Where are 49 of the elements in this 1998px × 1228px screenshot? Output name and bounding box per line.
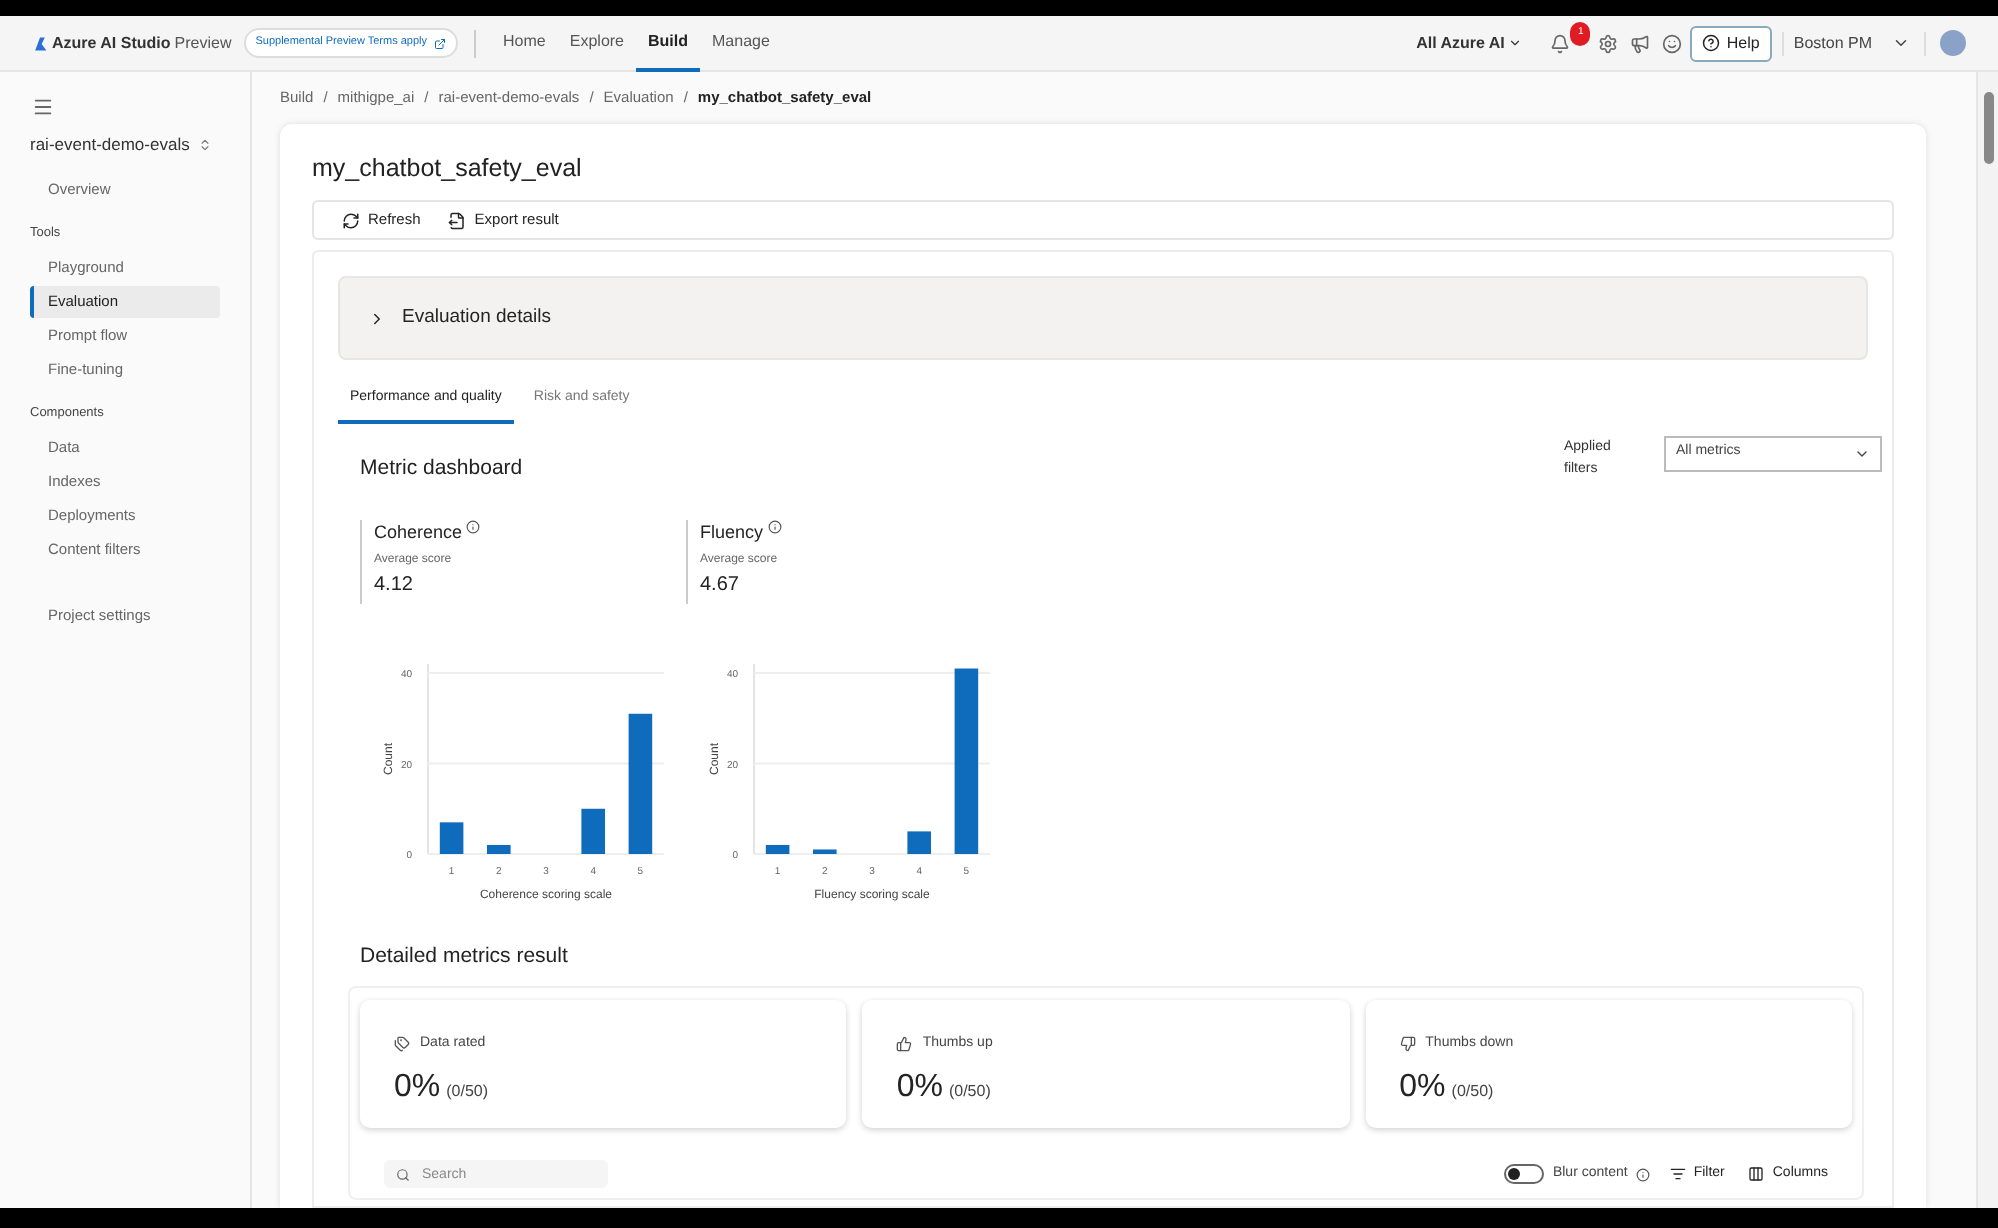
- external-link-icon: [433, 37, 446, 49]
- info-icon[interactable]: [1635, 1167, 1650, 1181]
- chevron-down-icon: [1892, 34, 1910, 52]
- card-fraction: (0/50): [948, 1079, 991, 1103]
- smiley-icon[interactable]: [1662, 33, 1683, 53]
- chevron-down-icon: [1508, 36, 1523, 50]
- preview-label: Preview: [174, 31, 232, 55]
- megaphone-icon[interactable]: [1630, 33, 1651, 53]
- blur-toggle[interactable]: [1504, 1164, 1545, 1184]
- card-fraction: (0/50): [446, 1079, 489, 1103]
- file-icon: [448, 211, 467, 229]
- settings-icon[interactable]: [1598, 33, 1619, 53]
- scrollbar[interactable]: [1976, 72, 1998, 1208]
- section-title: Metric dashboard: [360, 453, 525, 483]
- page-title: my_chatbot_safety_eval: [312, 152, 584, 186]
- card-fraction: (0/50): [1451, 1079, 1494, 1103]
- refresh-icon: [342, 211, 360, 229]
- chevron-right-icon: [368, 309, 386, 327]
- nav-tab[interactable]: Explore: [557, 16, 636, 71]
- filter-icon: [1669, 1166, 1686, 1182]
- user-menu[interactable]: Boston PM: [1793, 31, 1910, 55]
- logo-icon: [32, 35, 48, 51]
- product-name: Azure AI Studio: [52, 31, 171, 55]
- help-button[interactable]: Help: [1690, 25, 1772, 61]
- metric-score: 4.67: [700, 571, 741, 600]
- evaluation-details-accordion[interactable]: Evaluation details: [338, 276, 1868, 360]
- bell-icon[interactable]: [1550, 33, 1571, 53]
- thumbs-down-icon: [1399, 1036, 1416, 1053]
- card-percent: 0%: [896, 1067, 943, 1107]
- search-icon: [396, 1167, 410, 1181]
- info-icon[interactable]: [466, 520, 481, 535]
- thumbs-up-icon: [896, 1036, 913, 1053]
- nav-tab[interactable]: Manage: [700, 16, 782, 71]
- metric-name: Fluency: [700, 520, 764, 547]
- nav-tab[interactable]: Home: [491, 16, 558, 71]
- card-percent: 0%: [1399, 1067, 1446, 1107]
- metric-score: 4.12: [374, 571, 415, 600]
- nav-tab[interactable]: Build: [636, 16, 700, 71]
- project-name[interactable]: rai-event-demo-evals: [30, 132, 190, 158]
- columns-icon: [1748, 1166, 1765, 1182]
- section-title: Detailed metrics result: [358, 942, 570, 973]
- scope-dropdown[interactable]: All Azure AI: [1416, 31, 1523, 55]
- help-icon: [1702, 34, 1721, 52]
- metric-name: Coherence: [374, 520, 463, 547]
- info-icon[interactable]: [767, 520, 782, 535]
- chevrons-up-down-icon[interactable]: [197, 137, 212, 152]
- tags-icon: [394, 1036, 410, 1053]
- card-percent: 0%: [394, 1067, 441, 1107]
- menu-icon[interactable]: [32, 96, 54, 118]
